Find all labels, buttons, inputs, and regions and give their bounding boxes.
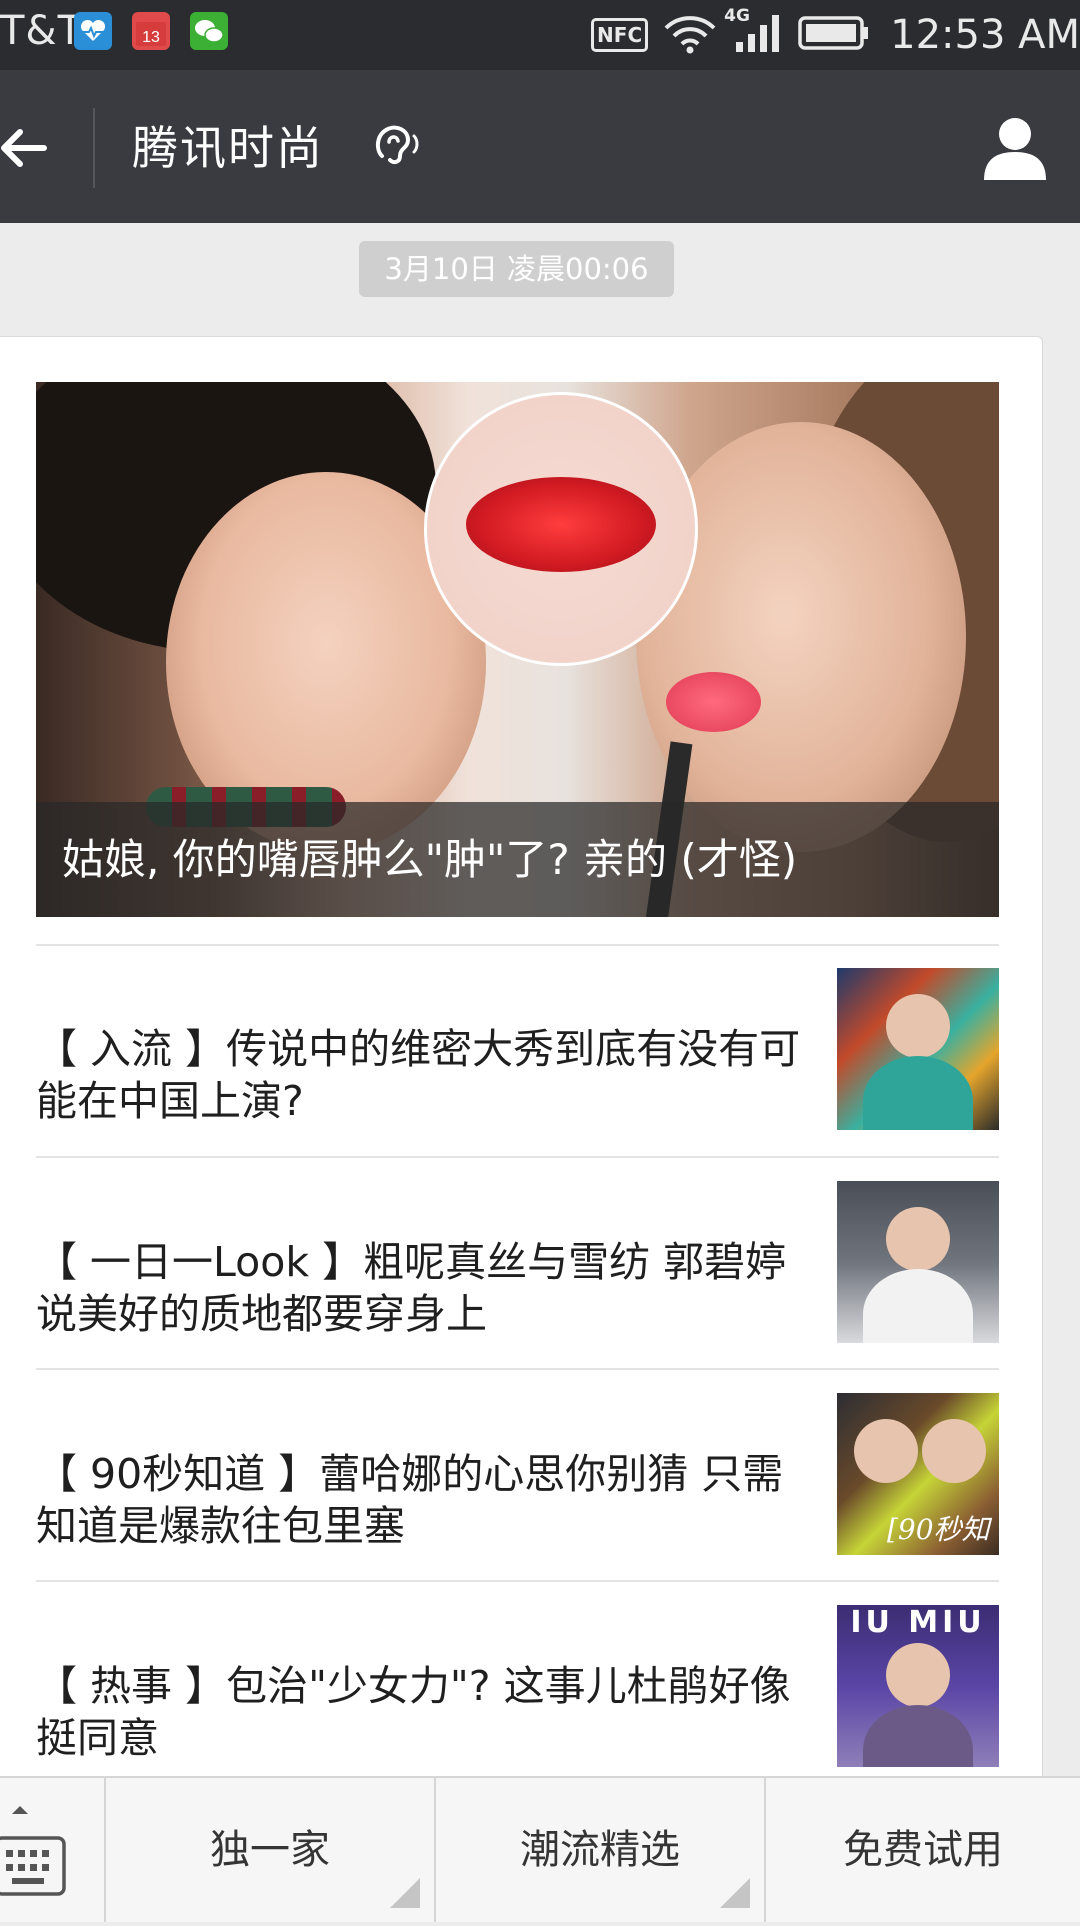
profile-button[interactable] — [980, 112, 1050, 182]
wechat-app-icon — [190, 12, 228, 50]
message-timestamp: 3月10日 凌晨00:06 — [359, 241, 674, 297]
article-thumbnail — [837, 1181, 999, 1343]
cover-article[interactable]: 姑娘, 你的嘴唇肿么"肿"了? 亲的 (才怪) — [36, 382, 999, 917]
article-title: 【 入流 】传说中的维密大秀到底有没有可能在中国上演? — [36, 1025, 801, 1125]
list-item[interactable]: 【 一日一Look 】粗呢真丝与雪纺 郭碧婷说美好的质地都要穿身上 — [36, 1181, 999, 1393]
article-title: 【 一日一Look 】粗呢真丝与雪纺 郭碧婷说美好的质地都要穿身上 — [36, 1238, 787, 1338]
toolbar-divider — [93, 108, 95, 188]
status-bar: T&T 13 NFC 4G 12:53 AM — [0, 0, 1080, 70]
calendar-app-icon: 13 — [132, 12, 170, 50]
top-toolbar: 腾讯时尚 — [0, 70, 1080, 223]
wifi-icon — [662, 12, 718, 58]
back-arrow-icon — [1, 129, 47, 167]
battery-icon — [798, 14, 870, 56]
menu-item-label: 潮流精选 — [520, 1827, 680, 1873]
divider — [36, 944, 999, 946]
article-title: 【 90秒知道 】蕾哈娜的心思你别猜 只需知道是爆款往包里塞 — [36, 1450, 784, 1550]
article-thumbnail: IU MIU — [837, 1605, 999, 1767]
health-app-icon — [74, 12, 112, 50]
clock: 12:53 AM — [890, 12, 1080, 58]
divider — [36, 1156, 999, 1158]
carrier-label: T&T — [0, 8, 84, 54]
menu-item-exclusive[interactable]: 独一家 — [106, 1778, 436, 1922]
thumbnail-overlay-text: [90秒知道] — [887, 1513, 990, 1555]
article-thumbnail — [837, 968, 999, 1130]
menu-item-free-trial[interactable]: 免费试用 — [766, 1778, 1080, 1922]
article-thumbnail: [90秒知道] — [837, 1393, 999, 1555]
submenu-indicator-icon — [720, 1878, 750, 1908]
article-title: 【 热事 】包治"少女力"? 这事儿杜鹃好像挺同意 — [36, 1662, 791, 1762]
account-title: 腾讯时尚 — [132, 121, 324, 175]
bottom-menu-bar: 独一家 潮流精选 免费试用 — [0, 1776, 1080, 1922]
menu-item-label: 免费试用 — [843, 1827, 1003, 1873]
calendar-day: 13 — [142, 29, 160, 46]
keyboard-icon — [0, 1806, 66, 1896]
signal-icon: 4G — [724, 6, 784, 58]
thumbnail-overlay-text: IU MIU — [850, 1605, 986, 1640]
earpiece-mode-icon[interactable] — [372, 120, 422, 170]
list-item[interactable]: 【 90秒知道 】蕾哈娜的心思你别猜 只需知道是爆款往包里塞 [90秒知道] — [36, 1393, 999, 1605]
divider — [36, 1580, 999, 1582]
person-icon — [984, 118, 1046, 180]
divider — [36, 1368, 999, 1370]
list-item[interactable]: 【 入流 】传说中的维密大秀到底有没有可能在中国上演? — [36, 968, 999, 1180]
nfc-indicator: NFC — [591, 18, 649, 52]
cover-article-title: 姑娘, 你的嘴唇肿么"肿"了? 亲的 (才怪) — [36, 802, 999, 917]
network-type: 4G — [724, 6, 750, 26]
menu-item-trends[interactable]: 潮流精选 — [436, 1778, 766, 1922]
submenu-indicator-icon — [390, 1878, 420, 1908]
back-button[interactable] — [0, 108, 80, 188]
menu-item-label: 独一家 — [210, 1827, 330, 1873]
keyboard-toggle-button[interactable] — [0, 1778, 106, 1922]
